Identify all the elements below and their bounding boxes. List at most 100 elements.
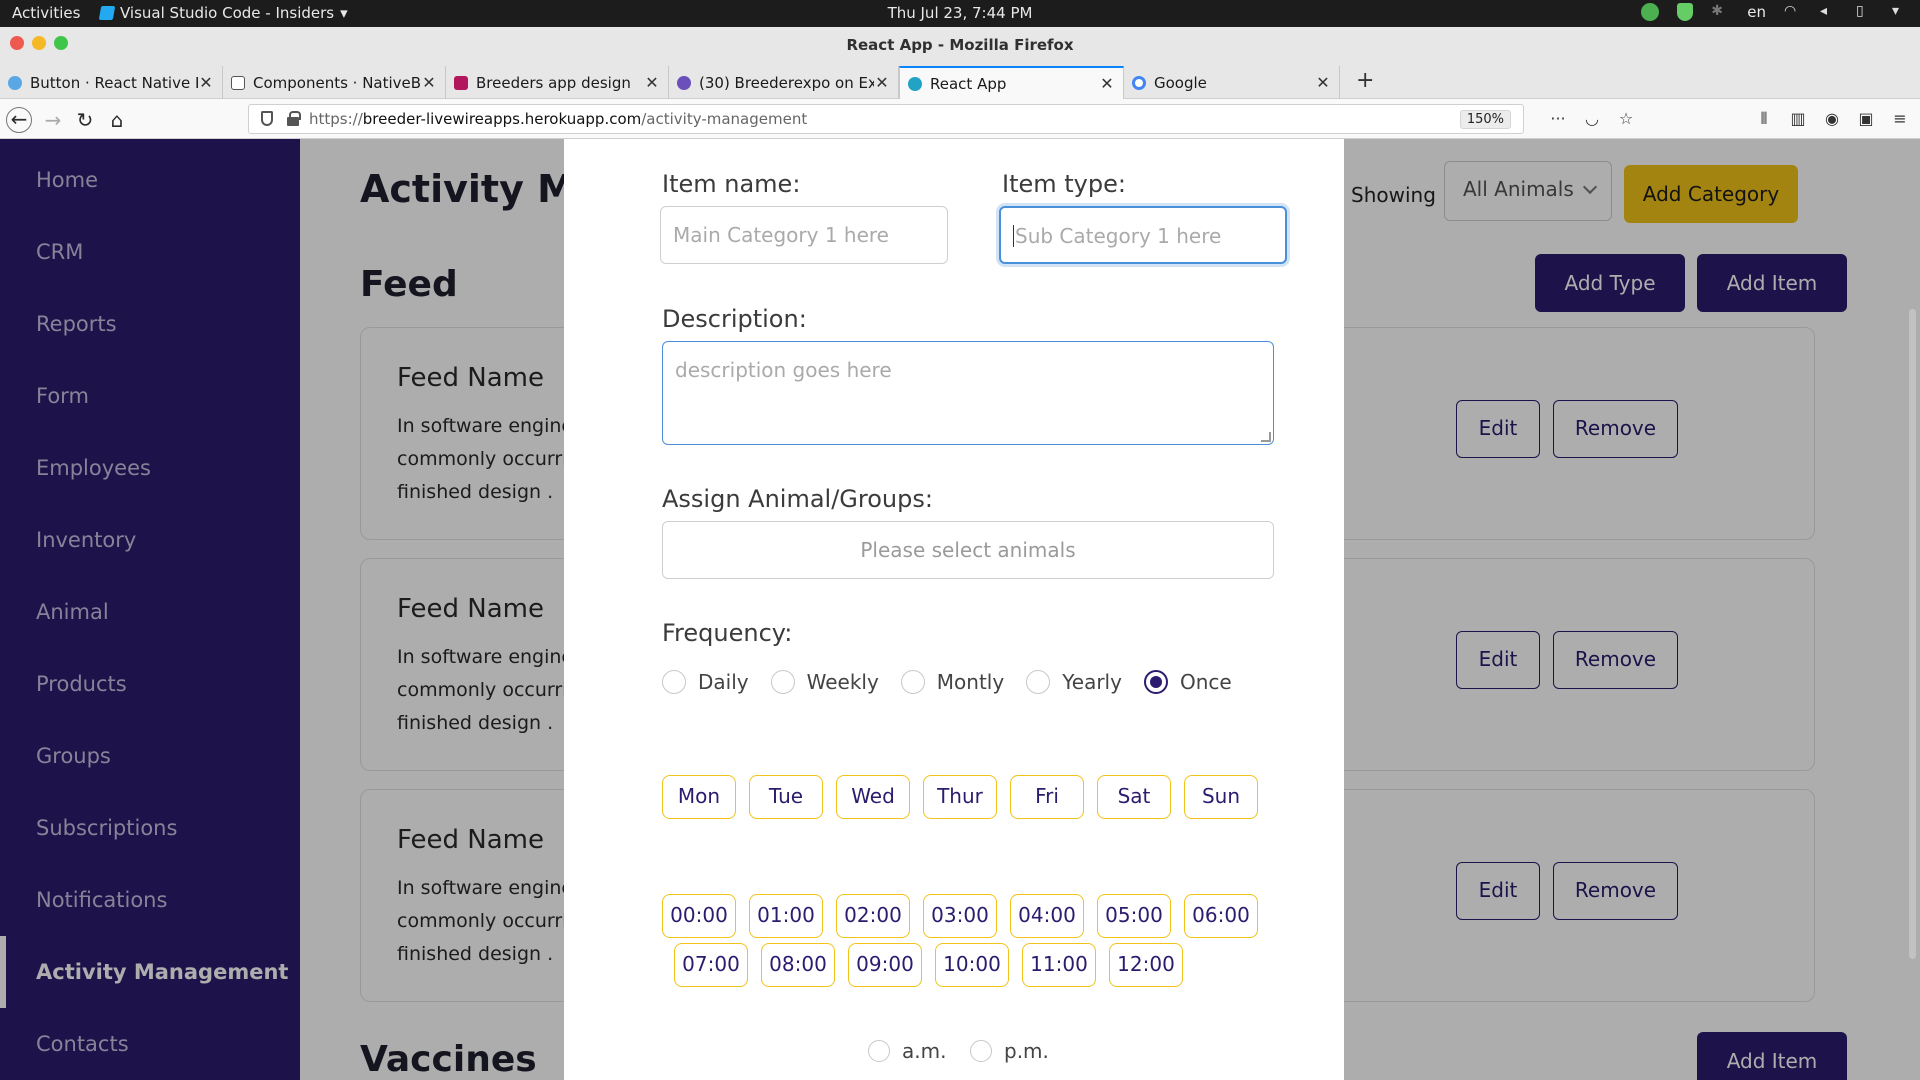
bookmark-star-icon[interactable]: ☆ (1616, 109, 1636, 129)
day-chip-sat[interactable]: Sat (1097, 775, 1171, 819)
resize-handle-icon[interactable] (1261, 432, 1271, 442)
hour-chip-0300[interactable]: 03:00 (923, 894, 997, 938)
day-chip-fri[interactable]: Fri (1010, 775, 1084, 819)
chevron-down-icon[interactable]: ▾ (1892, 3, 1910, 21)
app-menu[interactable]: Visual Studio Code - Insiders ▾ (98, 4, 348, 22)
tab-google[interactable]: Google ✕ (1124, 66, 1340, 99)
frequency-option-yearly[interactable]: Yearly (1026, 670, 1122, 694)
activities-button[interactable]: Activities (12, 4, 80, 22)
toolbar-icons: ⫴ ▥ ◉ ▣ ≡ (1754, 109, 1910, 129)
sidebar-toggle-icon[interactable]: ▥ (1788, 109, 1808, 129)
system-tray: ✱ en ◠ ◂ ▯ ▾ (1641, 3, 1910, 21)
hour-chip-0900[interactable]: 09:00 (848, 943, 922, 987)
text-caret (1013, 225, 1014, 247)
window-title: React App - Mozilla Firefox (846, 36, 1074, 54)
tab-nativebase-components[interactable]: Components · NativeBas ✕ (223, 66, 446, 99)
hour-chip-0600[interactable]: 06:00 (1184, 894, 1258, 938)
page-viewport: Home CRM Reports Form Employees Inventor… (0, 139, 1920, 1080)
reload-button[interactable]: ↻ (72, 107, 98, 133)
tab-breederexpo[interactable]: (30) Breederexpo on Exp ✕ (669, 66, 899, 99)
tracking-protection-icon[interactable] (261, 111, 273, 126)
hour-chip-0200[interactable]: 02:00 (836, 894, 910, 938)
vscode-icon (98, 6, 116, 20)
am-option[interactable]: a.m. (868, 1039, 946, 1063)
book-icon (231, 75, 245, 90)
tab-react-app[interactable]: React App ✕ (899, 66, 1124, 99)
day-chip-tue[interactable]: Tue (749, 775, 823, 819)
account-icon[interactable]: ◉ (1822, 109, 1842, 129)
hour-chip-1200[interactable]: 12:00 (1109, 943, 1183, 987)
item-name-input[interactable]: Main Category 1 here (660, 206, 948, 264)
close-icon[interactable]: ✕ (421, 73, 437, 92)
frequency-label: Frequency: (662, 619, 793, 647)
day-chip-mon[interactable]: Mon (662, 775, 736, 819)
item-name-label: Item name: (662, 170, 801, 198)
frequency-option-daily[interactable]: Daily (662, 670, 749, 694)
language-indicator[interactable]: en (1747, 3, 1766, 21)
frequency-option-weekly[interactable]: Weekly (770, 670, 879, 694)
navigation-toolbar: ← → ↻ ⌂ https://breeder-livewireapps.her… (0, 99, 1920, 139)
hour-chip-0000[interactable]: 00:00 (662, 894, 736, 938)
wifi-icon[interactable]: ◠ (1784, 3, 1802, 21)
react-icon (8, 75, 22, 90)
hour-chip-0400[interactable]: 04:00 (1010, 894, 1084, 938)
pocket-icon[interactable]: ◡ (1582, 109, 1602, 129)
zoom-level-badge[interactable]: 150% (1459, 110, 1511, 129)
hour-chip-0800[interactable]: 08:00 (761, 943, 835, 987)
close-icon[interactable]: ✕ (1315, 73, 1331, 92)
animals-select[interactable]: Please select animals (662, 521, 1274, 579)
day-chip-sun[interactable]: Sun (1184, 775, 1258, 819)
page-actions: ··· ◡ ☆ (1548, 109, 1636, 129)
library-icon[interactable]: ⫴ (1754, 109, 1774, 129)
battery-icon[interactable]: ▯ (1856, 3, 1874, 21)
day-chip-thur[interactable]: Thur (923, 775, 997, 819)
google-icon (1132, 75, 1146, 90)
close-icon[interactable]: ✕ (198, 73, 214, 92)
frequency-option-montly[interactable]: Montly (900, 670, 1004, 694)
url-text[interactable]: https://breeder-livewireapps.herokuapp.c… (309, 110, 807, 128)
window-titlebar: React App - Mozilla Firefox (0, 27, 1920, 63)
page-scrollbar[interactable] (1909, 309, 1916, 959)
url-bar[interactable]: https://breeder-livewireapps.herokuapp.c… (248, 104, 1524, 134)
hour-chip-1000[interactable]: 10:00 (935, 943, 1009, 987)
new-tab-button[interactable]: + (1356, 68, 1374, 93)
clock[interactable]: Thu Jul 23, 7:44 PM (888, 4, 1033, 22)
volume-icon[interactable]: ◂ (1820, 3, 1838, 21)
close-icon[interactable]: ✕ (644, 73, 660, 92)
add-item-modal: Item name: Main Category 1 here Item typ… (564, 139, 1344, 1080)
description-label: Description: (662, 305, 807, 333)
hour-chip-0500[interactable]: 05:00 (1097, 894, 1171, 938)
menu-icon[interactable]: ≡ (1890, 109, 1910, 129)
bluetooth-icon[interactable]: ✱ (1711, 3, 1729, 21)
assign-label: Assign Animal/Groups: (662, 485, 933, 513)
hour-chip-0100[interactable]: 01:00 (749, 894, 823, 938)
home-button[interactable]: ⌂ (104, 107, 130, 133)
xd-icon (454, 75, 468, 90)
hour-chip-1100[interactable]: 11:00 (1022, 943, 1096, 987)
frequency-radio-group: Daily Weekly Montly Yearly Once (662, 667, 1254, 697)
app-menu-label: Visual Studio Code - Insiders (120, 4, 335, 22)
lock-icon[interactable] (287, 111, 301, 126)
back-button[interactable]: ← (6, 107, 32, 133)
item-type-label: Item type: (1002, 170, 1126, 198)
shield-icon[interactable] (1677, 3, 1694, 21)
react-icon (908, 76, 922, 91)
system-top-bar: Activities Visual Studio Code - Insiders… (0, 0, 1920, 27)
pm-option[interactable]: p.m. (970, 1039, 1049, 1063)
description-textarea[interactable]: description goes here (662, 341, 1274, 445)
tab-breeders-app-design[interactable]: Breeders app design ✕ (446, 66, 669, 99)
item-type-input[interactable]: Sub Category 1 here (999, 206, 1287, 264)
frequency-option-once[interactable]: Once (1143, 670, 1232, 694)
expo-icon (677, 75, 691, 90)
close-icon[interactable]: ✕ (1099, 74, 1115, 93)
tab-button-react-native-elements[interactable]: Button · React Native Ele ✕ (0, 66, 223, 99)
more-actions-icon[interactable]: ··· (1548, 109, 1568, 129)
forward-button[interactable]: → (40, 107, 66, 133)
day-chip-wed[interactable]: Wed (836, 775, 910, 819)
update-icon[interactable] (1641, 3, 1660, 21)
close-icon[interactable]: ✕ (874, 73, 890, 92)
extensions-icon[interactable]: ▣ (1856, 109, 1876, 129)
hour-chip-0700[interactable]: 07:00 (674, 943, 748, 987)
caret-down-icon: ▾ (340, 4, 348, 22)
tab-bar: Button · React Native Ele ✕ Components ·… (0, 63, 1920, 99)
